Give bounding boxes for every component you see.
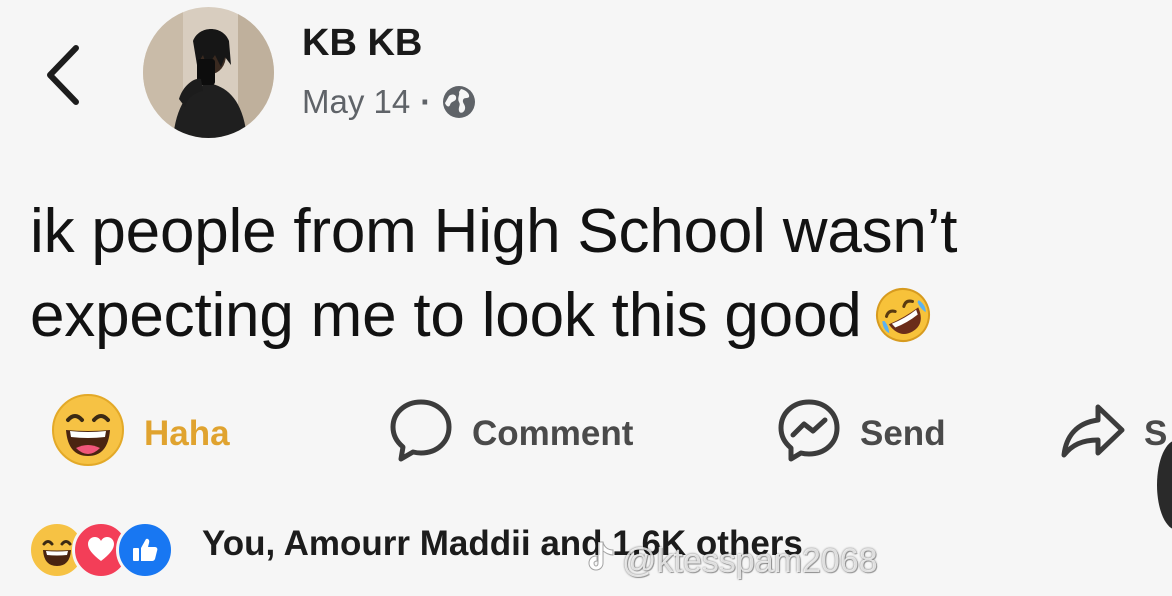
like-reaction-icon [116, 521, 174, 579]
watermark-handle: @ktesspam2068 [622, 542, 878, 580]
send-button[interactable]: Send [776, 396, 946, 472]
comment-icon [388, 397, 454, 472]
send-label: Send [860, 414, 946, 453]
meta-separator: · [420, 83, 432, 120]
post-text: ik people from High School wasn’t expect… [30, 190, 1150, 358]
post-text-line-2: expecting me to look this good [30, 274, 1150, 358]
share-label: S [1144, 414, 1168, 453]
post-text-line-2-text: expecting me to look this good [30, 281, 862, 350]
back-button[interactable] [40, 40, 90, 110]
rolling-on-floor-laughing-emoji-icon [872, 284, 934, 346]
haha-emoji-icon [50, 392, 126, 477]
comment-label: Comment [472, 414, 634, 453]
author-avatar[interactable] [143, 7, 274, 138]
haha-reaction-button[interactable]: Haha [50, 393, 230, 472]
chevron-left-icon [47, 45, 79, 105]
post-meta: May 14 · [302, 82, 477, 122]
post-text-line-1: ik people from High School wasn’t [30, 197, 958, 266]
messenger-icon [776, 397, 842, 472]
reaction-icons[interactable] [28, 520, 174, 580]
comment-button[interactable]: Comment [388, 396, 633, 472]
tiktok-logo-icon [586, 540, 616, 583]
haha-label: Haha [144, 414, 230, 453]
post-date[interactable]: May 14 [302, 83, 410, 121]
author-name[interactable]: KB KB [302, 22, 422, 65]
share-arrow-icon [1060, 397, 1126, 472]
globe-icon[interactable] [441, 84, 477, 120]
tiktok-watermark: @ktesspam2068 [586, 540, 878, 583]
share-button[interactable]: S [1060, 396, 1167, 472]
